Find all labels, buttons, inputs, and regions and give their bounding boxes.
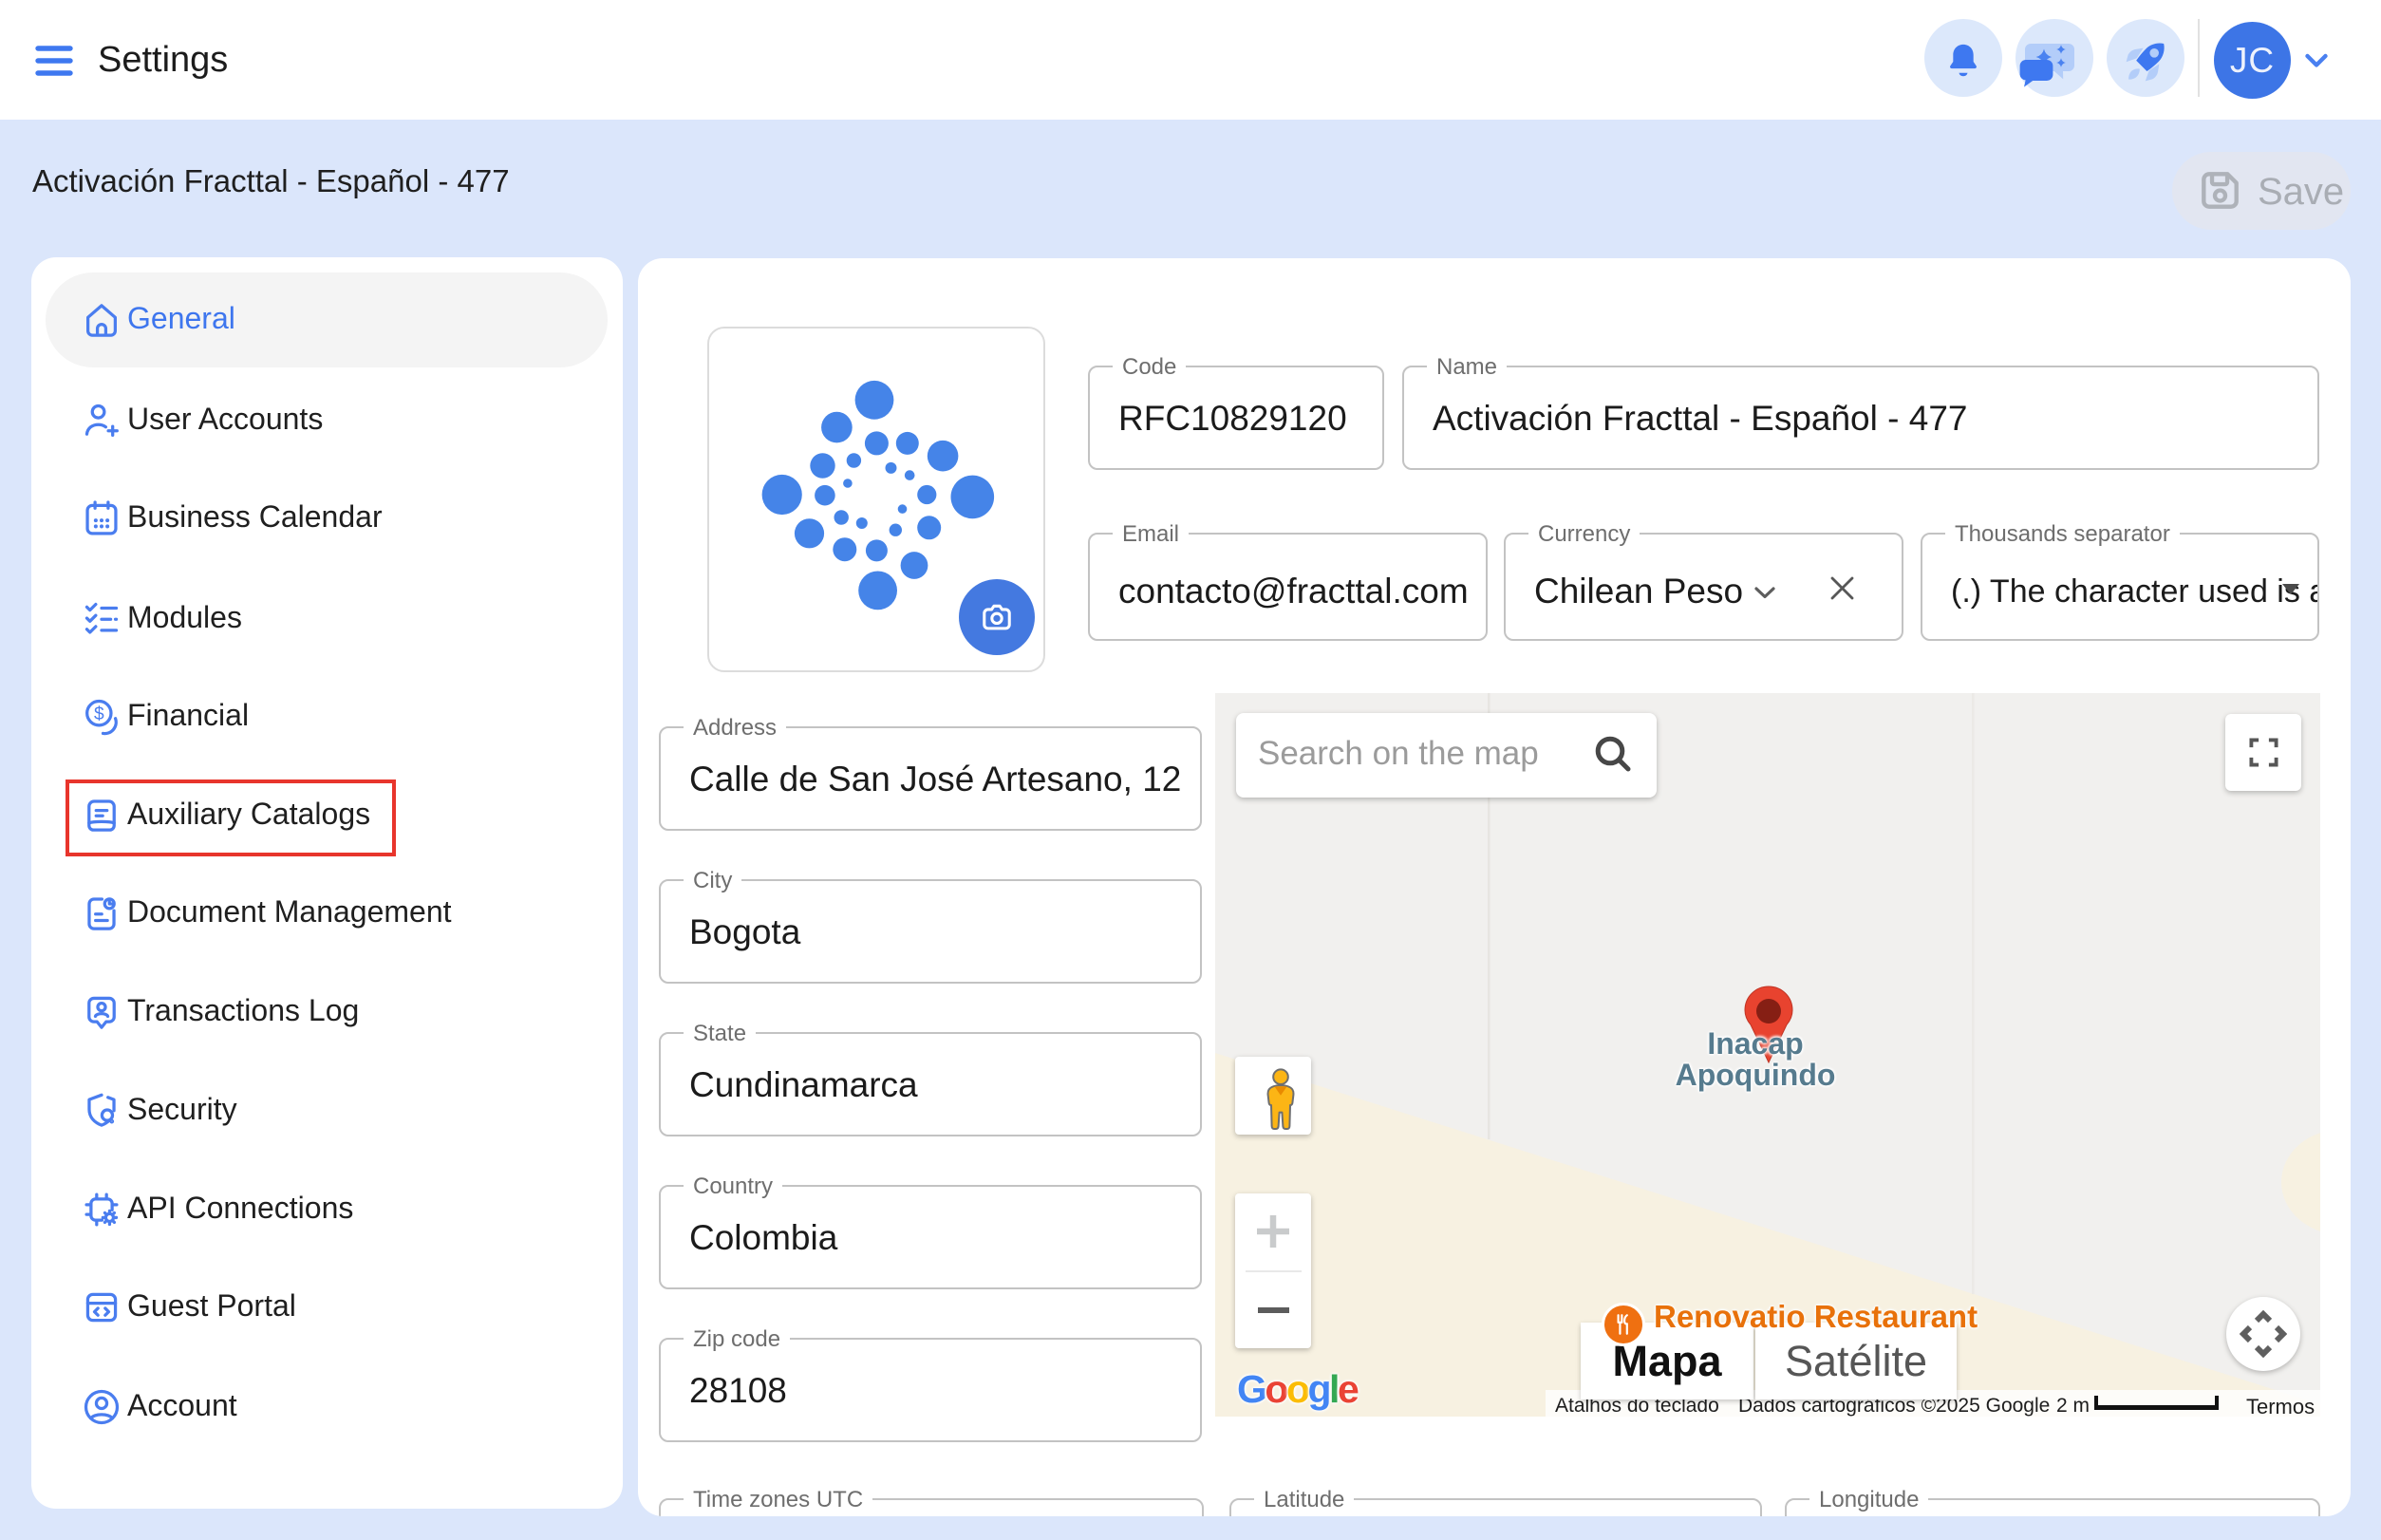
svg-text:$: $ xyxy=(94,704,104,724)
